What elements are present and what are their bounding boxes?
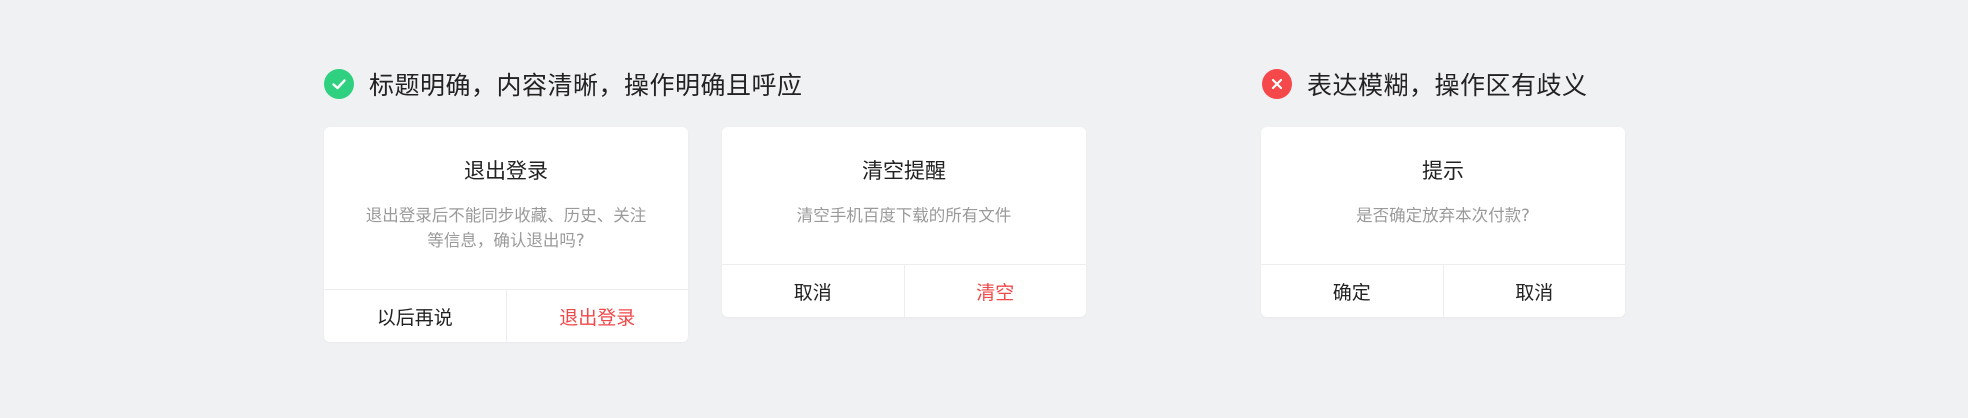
confirm-button[interactable]: 确定 <box>1261 265 1443 317</box>
prompt-dialog: 提示 是否确定放弃本次付款? 确定 取消 <box>1261 127 1625 317</box>
dialog-message-line: 清空手机百度下载的所有文件 <box>796 206 1012 225</box>
close-circle-icon <box>1262 69 1292 99</box>
clear-button[interactable]: 清空 <box>903 265 1087 317</box>
check-circle-icon <box>324 69 354 99</box>
dialog-actions: 取消 清空 <box>722 264 1086 317</box>
dialog-message: 退出登录后不能同步收藏、历史、关注 等信息，确认退出吗? <box>358 203 654 253</box>
good-example-title: 标题明确，内容清晰，操作明确且呼应 <box>369 71 803 100</box>
dialog-title: 退出登录 <box>464 159 548 183</box>
cancel-button[interactable]: 取消 <box>722 265 904 317</box>
logout-dialog: 退出登录 退出登录后不能同步收藏、历史、关注 等信息，确认退出吗? 以后再说 退… <box>324 127 688 342</box>
dialog-message-line: 等信息，确认退出吗? <box>427 231 585 250</box>
dialog-message-line: 退出登录后不能同步收藏、历史、关注 <box>365 206 647 225</box>
bad-example-header: 表达模糊，操作区有歧义 <box>1262 67 1588 101</box>
dialog-title: 提示 <box>1422 159 1464 183</box>
dialog-message: 清空手机百度下载的所有文件 <box>756 203 1052 228</box>
dialog-message: 是否确定放弃本次付款? <box>1295 203 1591 228</box>
good-example-header: 标题明确，内容清晰，操作明确且呼应 <box>324 67 803 101</box>
dialog-actions: 以后再说 退出登录 <box>324 289 688 342</box>
logout-button[interactable]: 退出登录 <box>505 290 689 342</box>
dialog-message-line: 是否确定放弃本次付款? <box>1356 206 1530 225</box>
dialog-actions: 确定 取消 <box>1261 264 1625 317</box>
clear-dialog: 清空提醒 清空手机百度下载的所有文件 取消 清空 <box>722 127 1086 317</box>
dialog-title: 清空提醒 <box>862 159 946 183</box>
cancel-button[interactable]: 取消 <box>1442 265 1626 317</box>
bad-example-title: 表达模糊，操作区有歧义 <box>1307 71 1588 100</box>
later-button[interactable]: 以后再说 <box>324 290 506 342</box>
